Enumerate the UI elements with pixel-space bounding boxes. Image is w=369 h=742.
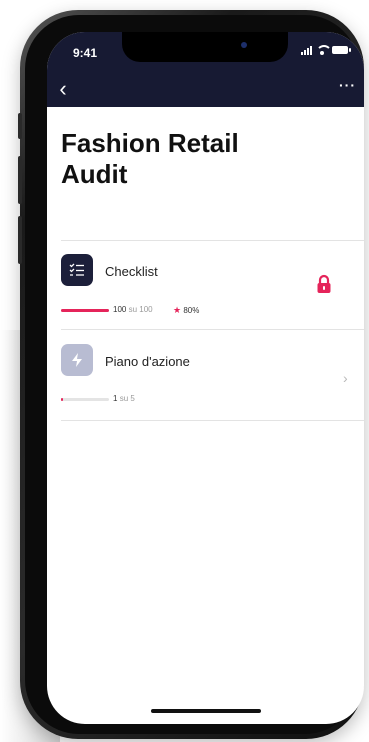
- more-horizontal-icon[interactable]: ···: [339, 78, 356, 92]
- action-plan-title: Piano d'azione: [105, 354, 190, 369]
- notch: [122, 32, 288, 62]
- side-button-volume-down: [18, 216, 22, 264]
- divider: [61, 329, 364, 330]
- checklist-icon: [61, 254, 93, 286]
- action-plan-progress-text: 1 su 5: [113, 394, 135, 403]
- action-plan-progress-fill: [61, 398, 63, 401]
- camera: [241, 42, 247, 48]
- page-title: Fashion Retail Audit: [61, 128, 239, 189]
- lightning-icon: [61, 344, 93, 376]
- checklist-progress-fill: [61, 309, 109, 312]
- battery-icon: [332, 46, 351, 54]
- side-button-volume-up: [18, 156, 22, 204]
- checklist-progress-text: 100 su 100: [113, 305, 153, 314]
- wifi-icon: [316, 45, 332, 55]
- checklist-title: Checklist: [105, 264, 158, 279]
- back-icon[interactable]: ‹: [53, 78, 73, 100]
- star-icon: ★: [173, 305, 182, 315]
- chevron-right-icon[interactable]: ›: [343, 370, 348, 386]
- lock-icon: [315, 274, 333, 294]
- status-time: 9:41: [73, 46, 98, 60]
- action-plan-progress-bar: [61, 398, 109, 401]
- checklist-score: ★ 80%: [173, 305, 200, 315]
- signal-icon: [301, 45, 312, 55]
- app-screen: 9:41 ‹ ··· Fashion Retail Audit Checklis…: [47, 32, 364, 724]
- home-indicator[interactable]: [151, 709, 261, 713]
- side-button-mute: [18, 113, 22, 139]
- divider: [61, 240, 364, 241]
- checklist-progress-bar: [61, 309, 109, 312]
- status-icons: [301, 45, 351, 55]
- divider: [61, 420, 364, 421]
- nav-bar: 9:41 ‹ ···: [47, 32, 364, 107]
